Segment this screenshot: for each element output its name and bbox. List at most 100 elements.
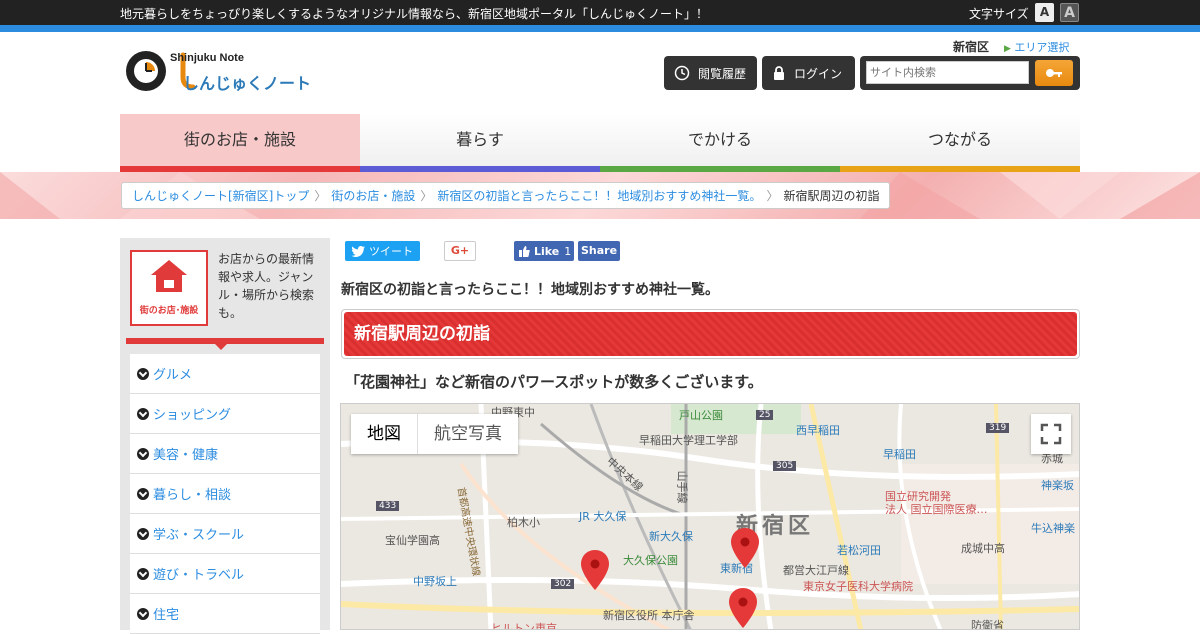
category-label: 住宅	[153, 608, 180, 623]
fullscreen-icon	[1040, 423, 1062, 445]
triangle-right-icon: ▶	[1004, 44, 1011, 54]
map-label: 宝仙学園高	[385, 534, 440, 547]
map-label: 山手線	[675, 470, 689, 504]
nav-connect-label: つながる	[927, 130, 992, 149]
house-icon	[151, 260, 187, 292]
nav-shops-label: 街のお店・施設	[183, 130, 296, 149]
history-button[interactable]: 閲覧履歴	[664, 56, 757, 90]
search-button[interactable]	[1035, 60, 1073, 86]
category-school[interactable]: 学ぶ・スクール	[130, 514, 320, 554]
map-type-satellite-button[interactable]: 航空写真	[418, 414, 518, 454]
chevron-down-icon	[137, 367, 149, 380]
category-shopping[interactable]: ショッピング	[130, 394, 320, 434]
twitter-icon	[351, 245, 365, 257]
area-select-label: エリア選択	[1014, 41, 1070, 54]
gplus-button[interactable]: G+	[444, 241, 476, 261]
map-label: 防衛省	[971, 619, 1004, 630]
category-gourmet[interactable]: グルメ	[130, 354, 320, 394]
category-housing[interactable]: 住宅	[130, 594, 320, 634]
map-label: 柏木小	[507, 516, 540, 529]
thumbs-up-icon	[519, 245, 530, 257]
category-living[interactable]: 暮らし・相談	[130, 474, 320, 514]
search-input[interactable]	[866, 61, 1029, 84]
sidebar-arrow	[215, 344, 227, 350]
login-label: ログイン	[794, 66, 843, 81]
map-label: ヒルトン東京	[491, 622, 557, 630]
chevron-down-icon	[137, 527, 149, 540]
map-label: 319	[986, 423, 1010, 433]
nav-outing-label: でかける	[687, 130, 752, 149]
chevron-down-icon	[137, 447, 149, 460]
map-marker-icon[interactable]	[729, 588, 757, 628]
category-label: 暮らし・相談	[153, 488, 232, 503]
chevron-right-icon: 〉	[766, 189, 779, 203]
section-heading-text: 新宿駅周辺の初詣	[344, 312, 1077, 356]
key-icon	[1046, 69, 1062, 77]
map-label: 早稲田大学理工学部	[639, 434, 738, 447]
breadcrumb-article[interactable]: 新宿区の初詣と言ったらここ！！地域別おすすめ神社一覧。	[437, 187, 761, 204]
map-label: 433	[376, 501, 400, 511]
map-type-map-button[interactable]: 地図	[351, 414, 418, 454]
chevron-down-icon	[137, 567, 149, 580]
nav-shops[interactable]: 街のお店・施設	[120, 114, 360, 172]
nav-connect[interactable]: つながる	[840, 114, 1080, 172]
login-button[interactable]: ログイン	[762, 56, 855, 90]
map-label: 成城中高	[961, 542, 1005, 555]
search-box	[860, 56, 1080, 90]
area-name: 新宿区	[953, 40, 990, 54]
breadcrumb-shops[interactable]: 街のお店・施設	[331, 187, 415, 204]
site-tagline: 地元暮らしをちょっぴり楽しくするようなオリジナル情報なら、新宿区地域ポータル「し…	[120, 7, 709, 21]
shops-icon-label: 街のお店･施設	[139, 306, 199, 316]
map-label: 305	[773, 461, 797, 471]
category-label: 遊び・トラベル	[153, 568, 245, 583]
nav-outing[interactable]: でかける	[600, 114, 840, 172]
map-label: 神楽坂	[1041, 479, 1074, 492]
map-label: 都営大江戸線	[783, 564, 849, 577]
tweet-button[interactable]: ツイート	[345, 241, 420, 261]
map-label: 早稲田	[883, 448, 916, 461]
lock-icon	[774, 66, 784, 80]
top-bar: 地元暮らしをちょっぴり楽しくするようなオリジナル情報なら、新宿区地域ポータル「し…	[0, 0, 1200, 25]
map-label: 25	[756, 410, 774, 420]
facebook-like-button[interactable]: Like 1	[514, 241, 574, 261]
font-size-small-button[interactable]: A	[1035, 3, 1054, 22]
category-travel[interactable]: 遊び・トラベル	[130, 554, 320, 594]
breadcrumb-home[interactable]: しんじゅくノート[新宿区]トップ	[132, 187, 309, 204]
map-label: 西早稲田	[796, 424, 840, 437]
fullscreen-button[interactable]	[1031, 414, 1071, 454]
map-label: 法人 国立国際医療…	[885, 503, 988, 516]
facebook-share-button[interactable]: Share	[578, 241, 620, 261]
chevron-right-icon: 〉	[420, 189, 433, 203]
font-size-label: 文字サイズ	[969, 7, 1029, 21]
map-label: 戸山公園	[679, 409, 723, 422]
map-marker-icon[interactable]	[731, 528, 759, 568]
area-select-link[interactable]: ▶ エリア選択	[1004, 39, 1069, 55]
nav-living[interactable]: 暮らす	[360, 114, 600, 172]
category-label: グルメ	[153, 368, 193, 383]
map-label: 牛込神楽	[1031, 522, 1075, 535]
category-beauty[interactable]: 美容・健康	[130, 434, 320, 474]
section-heading: 新宿駅周辺の初詣	[341, 309, 1080, 359]
map-type-control: 地図 航空写真	[351, 414, 518, 454]
logo-japanese: しんじゅくノート	[183, 74, 312, 93]
breadcrumb-current: 新宿駅周辺の初詣	[783, 189, 880, 203]
map-label: 中野坂上	[413, 575, 457, 588]
font-size-large-button[interactable]: A	[1060, 3, 1079, 22]
facebook-like-label: Like	[534, 244, 560, 258]
nav-living-label: 暮らす	[456, 130, 504, 149]
chevron-down-icon	[137, 607, 149, 620]
category-list: グルメ ショッピング 美容・健康 暮らし・相談 学ぶ・スクール 遊び・トラベル …	[130, 354, 320, 634]
chevron-down-icon	[137, 407, 149, 420]
shops-category-icon[interactable]: 街のお店･施設	[130, 250, 208, 326]
chevron-down-icon	[137, 487, 149, 500]
google-map[interactable]: 中野東中 戸山公園 西早稲田 早稲田大学理工学部 新宿区 早稲田 国立研究開発 …	[340, 403, 1080, 630]
map-label: 若松河田	[837, 544, 881, 557]
category-label: 美容・健康	[153, 448, 219, 463]
map-label: 302	[551, 579, 575, 589]
map-marker-icon[interactable]	[581, 550, 609, 590]
breadcrumb: しんじゅくノート[新宿区]トップ 〉 街のお店・施設 〉 新宿区の初詣と言ったら…	[121, 182, 891, 209]
article-title: 新宿区の初詣と言ったらここ！！地域別おすすめ神社一覧。	[341, 282, 719, 298]
site-logo[interactable]: Shinjuku Note しんじゅくノート	[125, 47, 320, 95]
chevron-right-icon: 〉	[314, 189, 327, 203]
map-label: 東京女子医科大学病院	[803, 580, 913, 593]
